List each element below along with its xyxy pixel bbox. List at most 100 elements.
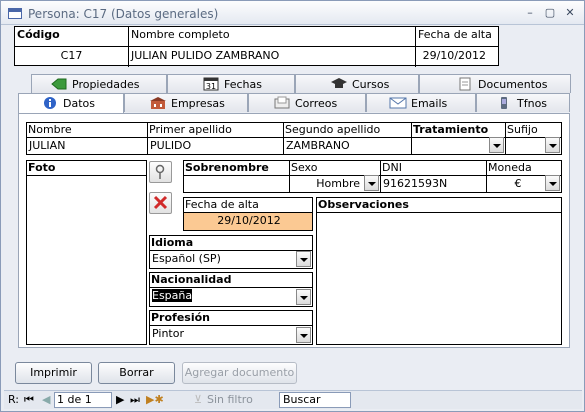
tab-cursos[interactable]: Cursos xyxy=(295,74,419,93)
segundo-apellido-input[interactable]: ZAMBRANO xyxy=(284,138,411,154)
datos-panel: Nombre JULIAN Primer apellido PULIDO Seg… xyxy=(18,113,570,348)
nombre-label: Nombre xyxy=(27,123,147,138)
tab-label: Emails xyxy=(411,97,448,110)
moneda-label: Moneda xyxy=(487,161,561,176)
key-icon xyxy=(155,164,165,179)
load-photo-button[interactable] xyxy=(149,161,172,183)
close-button[interactable]: ✕ xyxy=(561,6,579,20)
dni-field: DNI 91621593N xyxy=(380,160,487,193)
form-icon xyxy=(8,8,22,19)
tab-empresas[interactable]: Empresas xyxy=(124,93,248,112)
info-icon xyxy=(44,97,56,109)
tab-label: Tfnos xyxy=(517,97,548,110)
phone-icon xyxy=(501,97,507,109)
tab-fechas[interactable]: 31 Fechas xyxy=(167,74,295,93)
segundo-apellido-label: Segundo apellido xyxy=(284,123,411,138)
tab-label: Fechas xyxy=(224,78,262,91)
idioma-field: Idioma Español (SP) xyxy=(149,235,313,269)
foto-label: Foto xyxy=(27,161,146,176)
filter-status[interactable]: Sin filtro xyxy=(207,393,253,407)
nombre-input[interactable]: JULIAN xyxy=(27,138,147,154)
nacionalidad-field: Nacionalidad España xyxy=(149,272,313,307)
record-label: R: xyxy=(8,393,20,406)
building-icon xyxy=(150,97,166,109)
idioma-select[interactable]: Español (SP) xyxy=(150,251,312,268)
graduation-cap-icon xyxy=(331,78,347,88)
segundo-apellido-field: Segundo apellido ZAMBRANO xyxy=(283,122,412,155)
nombre-completo-cell: Nombre completo JULIAN PULIDO ZAMBRANO xyxy=(129,27,416,67)
tratamiento-dropdown-arrow[interactable] xyxy=(489,137,504,153)
fecha-alta-header-value[interactable]: 29/10/2012 xyxy=(416,46,498,66)
dni-input[interactable]: 91621593N xyxy=(381,176,486,192)
maximize-button[interactable]: ▢ xyxy=(541,6,559,20)
nacionalidad-dropdown-arrow[interactable] xyxy=(296,289,311,305)
tab-label: Correos xyxy=(295,97,338,110)
borrar-button[interactable]: Borrar xyxy=(98,362,175,384)
header-summary: Código C17 Nombre completo JULIAN PULIDO… xyxy=(14,26,499,67)
nacionalidad-label: Nacionalidad xyxy=(150,273,312,288)
profesion-label: Profesión xyxy=(150,311,312,326)
next-record-icon[interactable]: ▶ xyxy=(116,393,124,407)
tab-datos[interactable]: Datos xyxy=(18,93,124,114)
sexo-dropdown-arrow[interactable] xyxy=(364,175,379,191)
record-navigation-bar: R: ⏮ ◀ 1 de 1 ▶ ⏭ ▶✱ ⊻ Sin filtro Buscar xyxy=(4,390,582,409)
nombre-field: Nombre JULIAN xyxy=(26,122,148,155)
form-window: Persona: C17 (Datos generales) – ▢ ✕ Cód… xyxy=(0,0,585,412)
sexo-label: Sexo xyxy=(290,161,380,176)
delete-icon xyxy=(153,195,168,210)
tab-tfnos[interactable]: Tfnos xyxy=(476,93,570,112)
tab-label: Datos xyxy=(63,97,95,110)
tab-documentos[interactable]: Documentos xyxy=(419,74,571,93)
observaciones-textarea[interactable] xyxy=(317,213,561,344)
first-record-icon[interactable]: ⏮ xyxy=(24,393,34,407)
new-record-icon[interactable]: ▶✱ xyxy=(146,393,164,407)
nombre-completo-label: Nombre completo xyxy=(131,28,230,41)
sufijo-field: Sufijo xyxy=(505,122,562,155)
tab-correos[interactable]: Correos xyxy=(248,93,366,112)
tratamiento-label: Tratamiento xyxy=(412,123,505,138)
tab-label: Empresas xyxy=(171,97,225,110)
idioma-dropdown-arrow[interactable] xyxy=(296,251,311,267)
sufijo-dropdown-arrow[interactable] xyxy=(545,137,560,153)
profesion-select[interactable]: Pintor xyxy=(150,326,312,344)
sufijo-label: Sufijo xyxy=(506,123,561,138)
foto-image[interactable] xyxy=(27,176,146,344)
calendar-icon-number: 31 xyxy=(206,82,216,91)
codigo-cell: Código C17 xyxy=(15,27,129,67)
nombre-completo-value[interactable]: JULIAN PULIDO ZAMBRANO xyxy=(129,46,415,66)
mail-tray-icon xyxy=(274,96,290,109)
moneda-dropdown-arrow[interactable] xyxy=(545,175,560,191)
observaciones-label: Observaciones xyxy=(317,198,561,213)
calendar-icon: 31 xyxy=(203,77,219,91)
minimize-button[interactable]: – xyxy=(521,6,539,20)
fecha-alta-field: Fecha de alta 29/10/2012 xyxy=(183,197,313,231)
tab-propiedades[interactable]: Propiedades xyxy=(31,74,167,93)
idioma-label: Idioma xyxy=(150,236,312,251)
previous-record-icon[interactable]: ◀ xyxy=(42,393,50,407)
fecha-alta-input[interactable]: 29/10/2012 xyxy=(184,213,312,230)
observaciones-field: Observaciones xyxy=(316,197,562,345)
filter-icon: ⊻ xyxy=(194,393,203,406)
profesion-dropdown-arrow[interactable] xyxy=(296,327,311,343)
sobrenombre-label: Sobrenombre xyxy=(184,161,289,176)
nacionalidad-select[interactable]: España xyxy=(150,288,312,306)
imprimir-button[interactable]: Imprimir xyxy=(15,362,92,384)
primer-apellido-label: Primer apellido xyxy=(148,123,283,138)
sobrenombre-input[interactable] xyxy=(184,176,289,192)
delete-photo-button[interactable] xyxy=(149,192,172,214)
document-icon xyxy=(459,77,471,91)
sexo-field: Sexo Hombre xyxy=(289,160,381,193)
sobrenombre-field: Sobrenombre xyxy=(183,160,290,193)
tab-emails[interactable]: Emails xyxy=(366,93,476,112)
moneda-field: Moneda € xyxy=(486,160,562,193)
last-record-icon[interactable]: ⏭ xyxy=(130,393,140,407)
agregar-documento-button[interactable]: Agregar documento xyxy=(182,362,297,384)
search-input[interactable]: Buscar xyxy=(279,392,351,408)
primer-apellido-input[interactable]: PULIDO xyxy=(148,138,283,154)
record-number-input[interactable]: 1 de 1 xyxy=(54,392,112,408)
title-bar: Persona: C17 (Datos generales) – ▢ ✕ xyxy=(1,1,584,25)
tab-label: Propiedades xyxy=(72,78,140,91)
nacionalidad-selected-text: España xyxy=(152,289,193,302)
codigo-value[interactable]: C17 xyxy=(15,46,128,66)
profesion-field: Profesión Pintor xyxy=(149,310,313,345)
